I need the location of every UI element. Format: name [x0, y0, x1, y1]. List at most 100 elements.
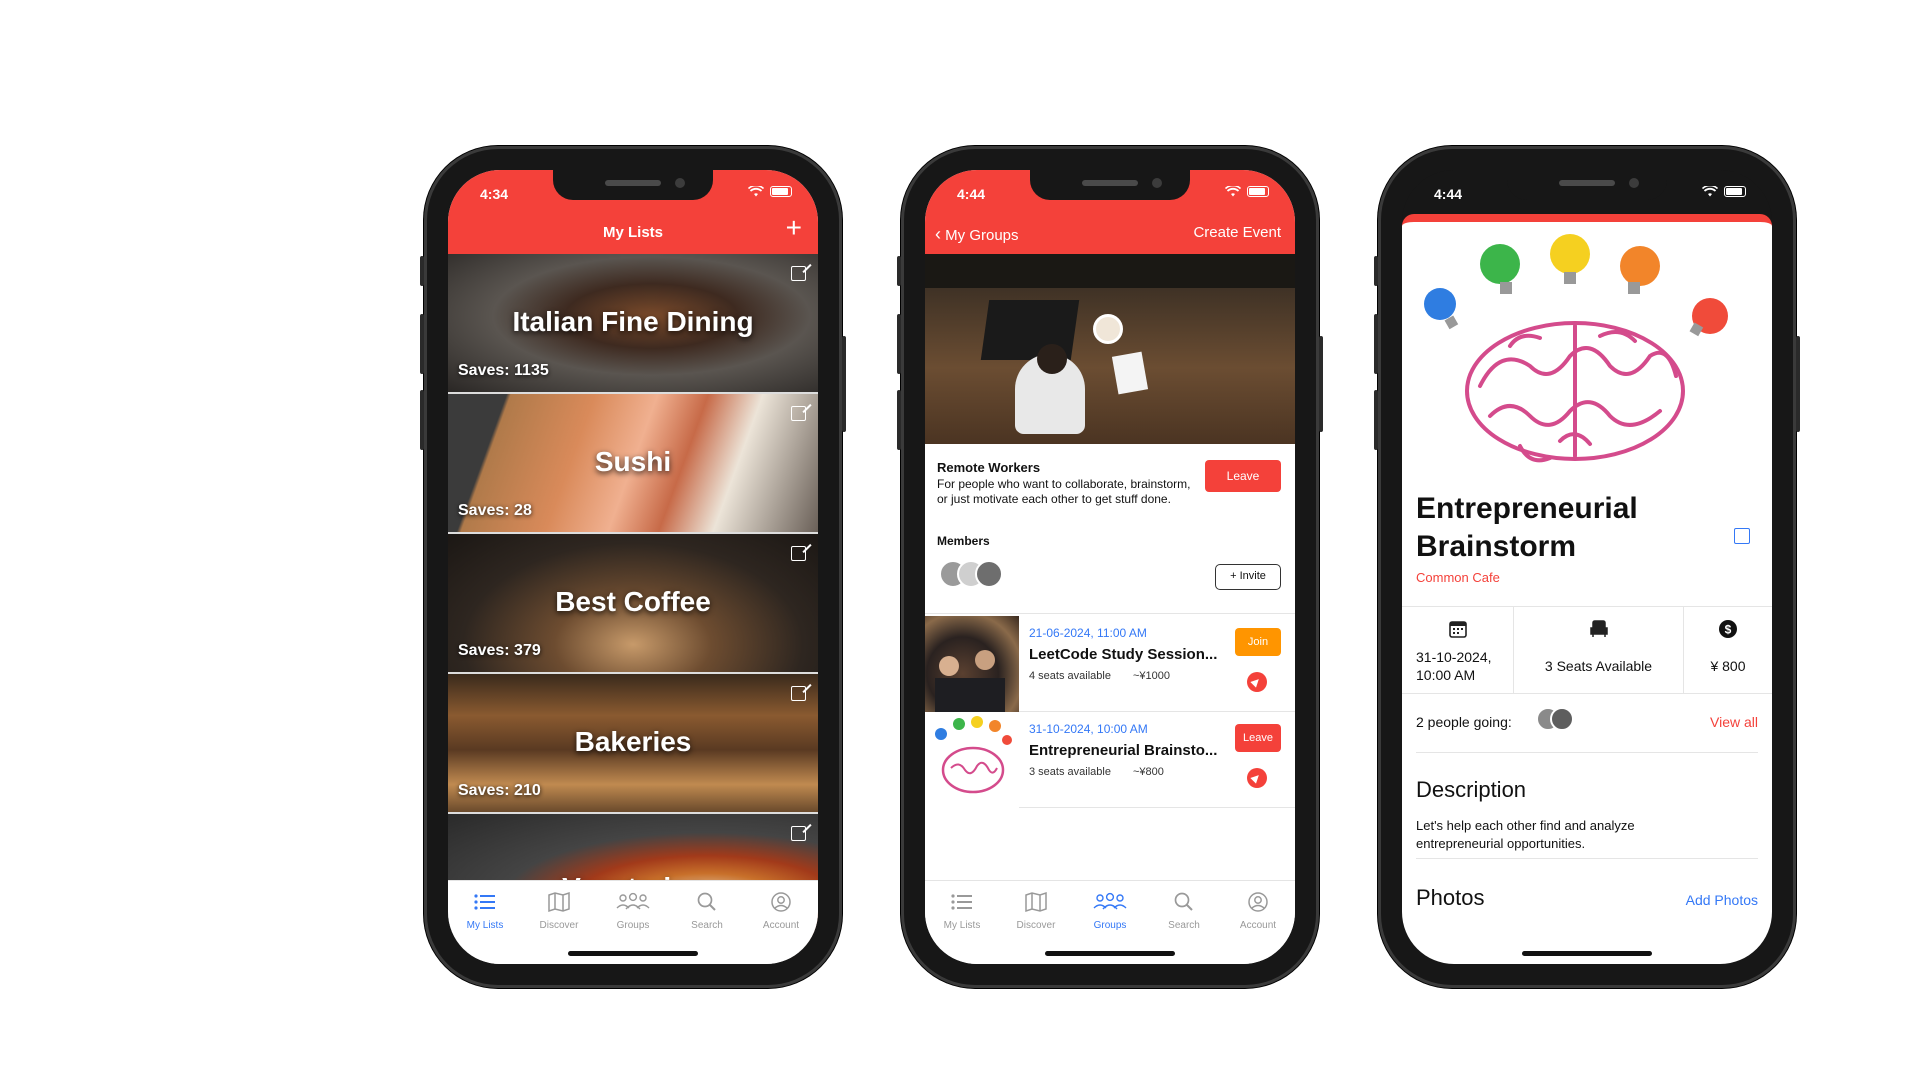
account-icon	[771, 892, 791, 912]
status-time: 4:44	[957, 186, 986, 202]
avatar[interactable]	[1550, 707, 1574, 731]
status-time: 4:44	[1434, 186, 1463, 202]
list-card[interactable]: Sushi Saves: 28	[448, 394, 818, 534]
search-icon	[697, 892, 716, 911]
list-saves: Saves: 1135	[458, 362, 549, 379]
event-seats: 3 Seats Available	[1544, 658, 1653, 674]
dollar-icon: $	[1719, 620, 1737, 638]
people-icon	[616, 892, 650, 910]
tab-label: Account	[1239, 920, 1277, 931]
home-indicator	[1522, 951, 1652, 956]
power-button	[1796, 336, 1800, 432]
edit-icon[interactable]	[791, 266, 806, 281]
notch	[553, 170, 713, 200]
create-event-button[interactable]: Create Event	[1193, 224, 1281, 241]
members-label: Members	[937, 534, 990, 548]
tab-label: My Lists	[466, 920, 504, 931]
tab-label: Search	[691, 920, 723, 931]
edit-icon[interactable]	[791, 686, 806, 701]
volume-down-button	[1374, 390, 1378, 450]
edit-icon[interactable]	[791, 826, 806, 841]
battery-icon	[1247, 186, 1269, 197]
list-icon	[951, 894, 972, 910]
tab-my-lists[interactable]: My Lists	[448, 881, 522, 964]
notch	[1030, 170, 1190, 200]
event-meta: 4 seats available ~¥1000	[1029, 670, 1192, 682]
power-button	[842, 336, 846, 432]
tab-account[interactable]: Account	[744, 881, 818, 964]
event-cover-image	[1424, 234, 1728, 463]
event-thumbnail	[925, 712, 1019, 808]
volume-down-button	[420, 390, 424, 450]
tab-my-lists[interactable]: My Lists	[925, 881, 999, 964]
lightbulb-icon	[1424, 234, 1728, 337]
event-seats: 4 seats available	[1029, 670, 1111, 682]
event-detail-sheet: Entrepreneurial Brainstorm Common Cafe 3…	[1402, 214, 1772, 964]
edit-icon[interactable]	[791, 406, 806, 421]
volume-down-button	[897, 390, 901, 450]
leave-group-button[interactable]: Leave	[1205, 460, 1281, 492]
event-datetime-cell: 31-10-2024, 10:00 AM	[1402, 607, 1514, 693]
join-event-button[interactable]: Join	[1235, 628, 1281, 656]
view-all-link[interactable]: View all	[1710, 714, 1758, 730]
list-card[interactable]: Italian Fine Dining Saves: 1135	[448, 254, 818, 394]
event-datetime: 31-10-2024, 10:00 AM	[1416, 649, 1492, 683]
volume-up-button	[897, 314, 901, 374]
wifi-icon	[1702, 186, 1718, 197]
event-seats: 3 seats available	[1029, 766, 1111, 778]
screen: 4:34 My Lists + Italian Fine Dining Save…	[448, 170, 818, 964]
event-row[interactable]: 21-06-2024, 11:00 AM LeetCode Study Sess…	[925, 616, 1295, 712]
event-date: 21-06-2024, 11:00 AM	[1029, 626, 1147, 640]
chevron-left-icon: ‹	[935, 224, 941, 244]
screen: 4:44 ‹ My Groups Create Event Remote Wor…	[925, 170, 1295, 964]
invite-button[interactable]: + Invite	[1215, 564, 1281, 590]
event-info-grid: 31-10-2024, 10:00 AM 3 Seats Available $…	[1402, 606, 1772, 694]
event-row[interactable]: 31-10-2024, 10:00 AM Entrepreneurial Bra…	[925, 712, 1295, 808]
tab-label: Groups	[616, 920, 650, 931]
account-icon	[1248, 892, 1268, 912]
brain-icon	[1465, 321, 1685, 463]
event-date: 31-10-2024, 10:00 AM	[1029, 722, 1148, 736]
page-title: My Lists	[602, 224, 663, 241]
list-title: Sushi	[594, 446, 672, 477]
group-description: For people who want to collaborate, brai…	[937, 477, 1191, 506]
navigate-icon[interactable]	[1247, 672, 1267, 692]
seat-icon	[1589, 620, 1608, 637]
event-thumbnail	[925, 616, 1019, 712]
map-icon	[1025, 891, 1047, 913]
navigate-icon[interactable]	[1247, 768, 1267, 788]
leave-event-button[interactable]: Leave	[1235, 724, 1281, 752]
event-seats-cell: 3 Seats Available	[1514, 607, 1684, 693]
brain-icon	[935, 716, 1012, 794]
event-price-cell: $ ¥ 800	[1684, 607, 1772, 693]
tab-account[interactable]: Account	[1221, 881, 1295, 964]
phone-my-lists: 4:34 My Lists + Italian Fine Dining Save…	[420, 146, 846, 988]
mute-switch	[420, 256, 424, 286]
edit-icon[interactable]	[791, 546, 806, 561]
tab-label: Discover	[539, 920, 579, 931]
divider	[1416, 752, 1758, 753]
list-saves: Saves: 28	[458, 502, 532, 519]
edit-icon[interactable]	[1734, 528, 1750, 544]
divider	[1416, 858, 1758, 859]
attendee-avatars	[1536, 707, 1574, 731]
battery-icon	[1724, 186, 1746, 197]
volume-up-button	[1374, 314, 1378, 374]
description-heading: Description	[1416, 777, 1527, 802]
tab-label: Search	[1168, 920, 1200, 931]
list-card[interactable]: Bakeries Saves: 210	[448, 674, 818, 814]
event-price: ~¥800	[1132, 766, 1164, 778]
volume-up-button	[420, 314, 424, 374]
list-title: Italian Fine Dining	[512, 306, 754, 337]
add-list-button[interactable]: +	[786, 214, 802, 242]
event-meta: 3 seats available ~¥800	[1029, 766, 1186, 778]
member-avatars	[939, 560, 1003, 588]
add-photos-button[interactable]: Add Photos	[1686, 892, 1758, 908]
tab-label: My Lists	[943, 920, 981, 931]
list-title: Bakeries	[574, 726, 692, 757]
back-button[interactable]: ‹ My Groups	[935, 224, 1019, 245]
event-venue[interactable]: Common Cafe	[1416, 570, 1500, 585]
list-card[interactable]: Best Coffee Saves: 379	[448, 534, 818, 674]
avatar[interactable]	[975, 560, 1003, 588]
photos-heading: Photos	[1416, 885, 1485, 910]
